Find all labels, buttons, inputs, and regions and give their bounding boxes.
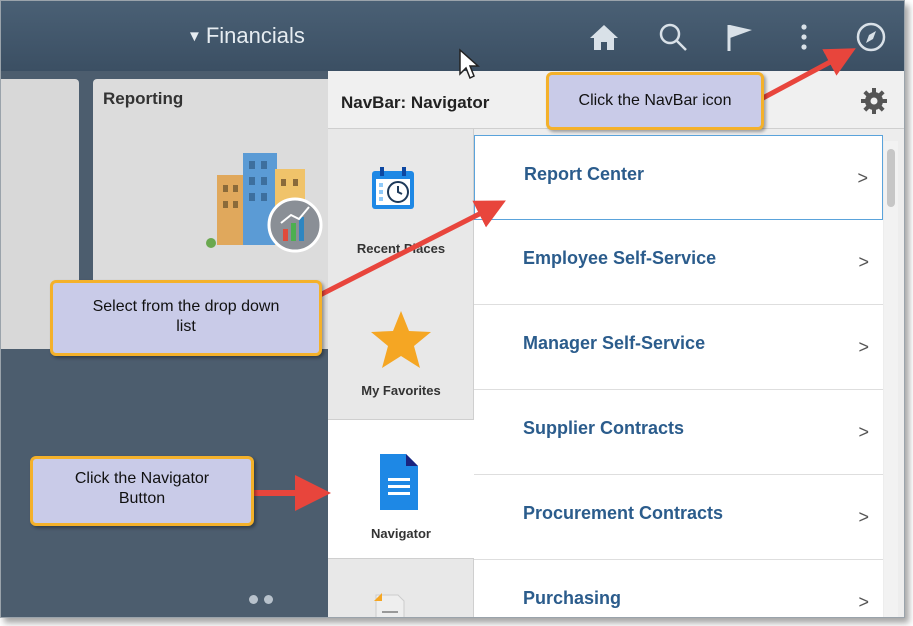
arrow-to-navbar-icon bbox=[759, 48, 856, 102]
callout-navbar-icon-text: Click the NavBar icon bbox=[578, 92, 732, 109]
callout-navbar-icon: Click the NavBar icon bbox=[546, 72, 764, 130]
callout-navigator-button: Click the Navigator Button bbox=[30, 456, 254, 526]
callout-dropdown-text: Select from the drop down list bbox=[92, 298, 280, 335]
screenshot-frame: ▼ Financials Reporting NavBar: Navigator… bbox=[0, 0, 905, 618]
arrow-to-report-center bbox=[314, 200, 506, 300]
callout-dropdown: Select from the drop down list bbox=[50, 280, 322, 356]
callout-navigator-button-text: Click the Navigator Button bbox=[74, 470, 210, 507]
